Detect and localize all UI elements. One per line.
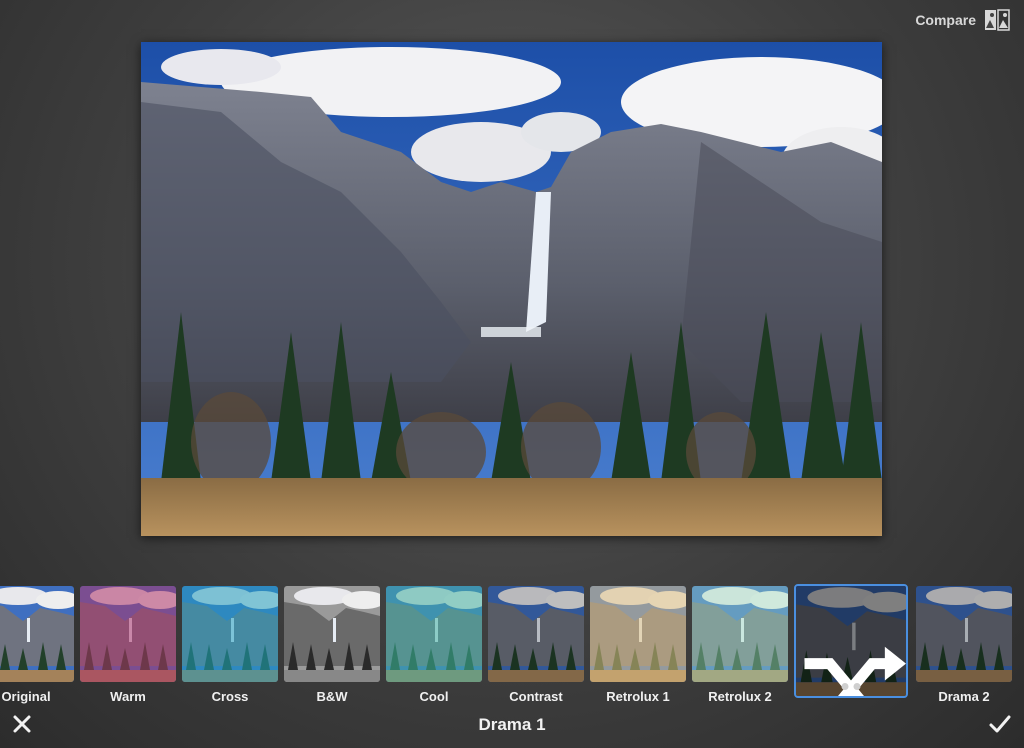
filter-label: Warm: [110, 689, 146, 704]
compare-button[interactable]: Compare: [915, 8, 1010, 32]
filter-thumbnail[interactable]: [794, 584, 908, 698]
filter-thumbnail[interactable]: [80, 586, 176, 682]
filter-label: Drama 2: [938, 689, 990, 704]
filter-thumbnail[interactable]: [590, 586, 686, 682]
main-photo: [141, 42, 882, 536]
filter-label: B&W: [316, 689, 348, 704]
filter-label: Retrolux 2: [708, 689, 772, 704]
current-filter-name: Drama 1: [478, 715, 546, 734]
filter-retrolux-1[interactable]: Retrolux 1: [590, 586, 686, 704]
bottom-bar: Drama 1: [0, 706, 1024, 748]
filter-cross[interactable]: Cross: [182, 586, 278, 704]
filter-thumbnail[interactable]: [182, 586, 278, 682]
filter-b-w[interactable]: B&W: [284, 586, 380, 704]
filter-thumbnail[interactable]: [692, 586, 788, 682]
filter-thumbnail[interactable]: [488, 586, 584, 682]
filter-thumbnail[interactable]: [386, 586, 482, 682]
compare-label: Compare: [915, 12, 976, 28]
filter-cool[interactable]: Cool: [386, 586, 482, 704]
filter-label: Cross: [211, 689, 249, 704]
filter-thumbnail[interactable]: [0, 586, 74, 682]
filter-original[interactable]: Original: [0, 586, 74, 704]
variation-dots: [841, 683, 861, 690]
filter-thumbnail[interactable]: [916, 586, 1012, 682]
filter-contrast[interactable]: Contrast: [488, 586, 584, 704]
checkmark-icon[interactable]: [988, 712, 1012, 736]
filter-retrolux-2[interactable]: Retrolux 2: [692, 586, 788, 704]
filter-drama-1[interactable]: [794, 584, 908, 698]
filter-label: Cool: [419, 689, 449, 704]
filter-strip[interactable]: Original Warm Cross B&W Cool Contrast Retrolux…: [0, 584, 1024, 704]
filter-label: Retrolux 1: [606, 689, 670, 704]
filter-thumbnail[interactable]: [284, 586, 380, 682]
compare-icon: [985, 9, 1010, 31]
filter-label: Contrast: [509, 689, 563, 704]
filter-warm[interactable]: Warm: [80, 586, 176, 704]
photo-image: [141, 42, 882, 536]
filter-drama-2[interactable]: Drama 2: [916, 586, 1012, 704]
